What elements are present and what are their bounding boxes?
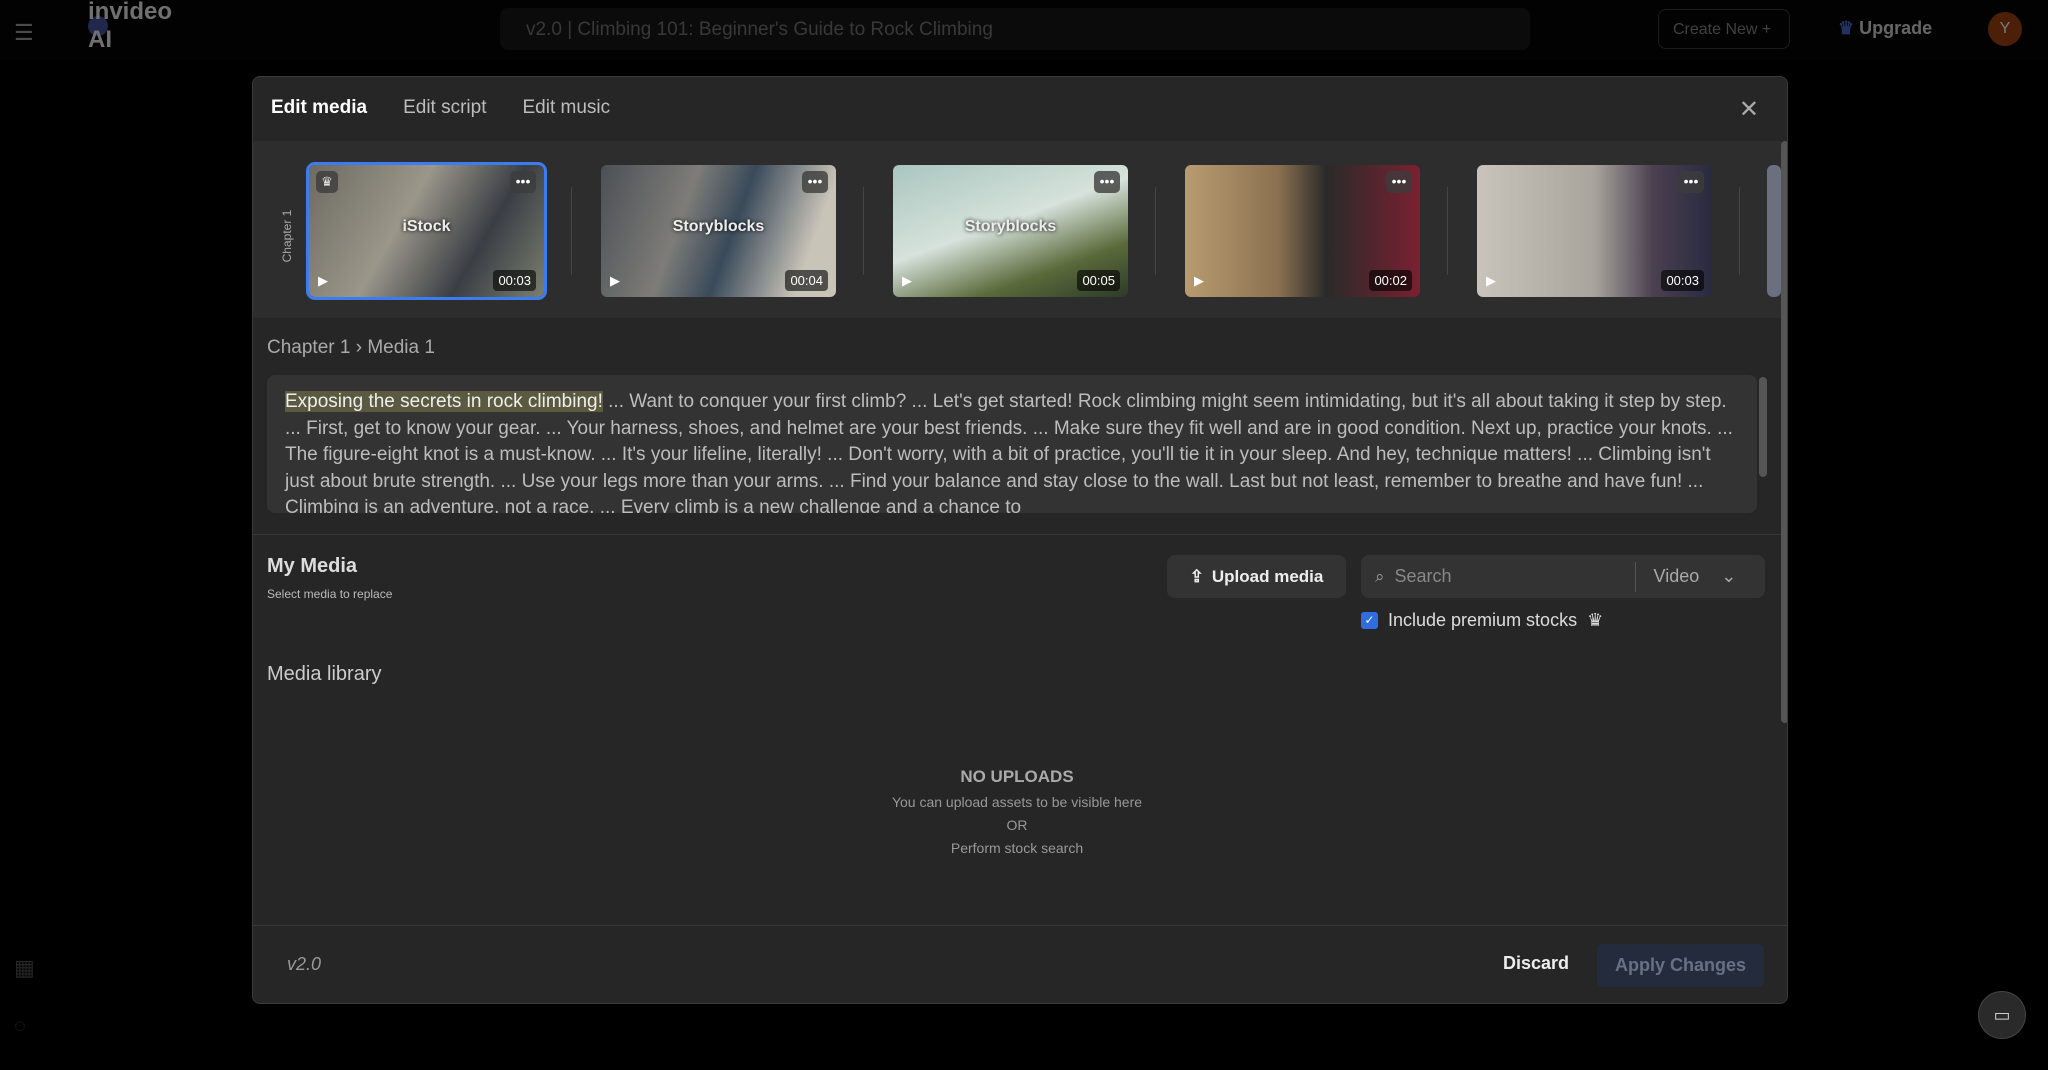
close-icon[interactable]: ✕: [1739, 95, 1759, 124]
premium-stocks-checkbox-row[interactable]: ✓ Include premium stocks ♛: [1361, 610, 1603, 631]
tab-edit-music[interactable]: Edit music: [523, 97, 611, 119]
grid-icon[interactable]: ▦: [14, 955, 35, 981]
more-options-icon[interactable]: •••: [1678, 171, 1704, 193]
create-new-button[interactable]: Create New +: [1658, 9, 1790, 49]
my-media-subtitle: Select media to replace: [267, 587, 393, 601]
crown-icon: ♛: [1838, 18, 1860, 38]
more-options-icon[interactable]: •••: [802, 171, 828, 193]
play-icon[interactable]: ▶: [318, 273, 328, 289]
upgrade-label: Upgrade: [1859, 18, 1933, 38]
tab-edit-script[interactable]: Edit script: [403, 97, 486, 119]
breadcrumb: Chapter 1 › Media 1: [267, 337, 435, 358]
duration: 00:03: [493, 270, 536, 291]
script-scrollbar[interactable]: [1759, 377, 1767, 477]
source-label: iStock: [402, 218, 451, 235]
media-thumbnail[interactable]: [1767, 165, 1781, 297]
duration: 00:03: [1661, 270, 1704, 291]
media-library-title: Media library: [267, 663, 382, 685]
cloud-upload-icon: ⇪: [1189, 566, 1204, 586]
apply-changes-button[interactable]: Apply Changes: [1597, 944, 1764, 987]
premium-checkbox[interactable]: ✓: [1361, 612, 1378, 629]
tab-edit-media[interactable]: Edit media: [271, 97, 367, 119]
project-title[interactable]: v2.0 | Climbing 101: Beginner's Guide to…: [500, 8, 1530, 50]
search-icon: ⌕: [1375, 566, 1385, 586]
version-label: v2.0: [287, 954, 322, 974]
media-strip: Chapter 1 ♛ ••• iStock ▶ 00:03 ••• Storybl…: [253, 141, 1781, 318]
app-name: invideo AI: [88, 0, 173, 53]
more-options-icon[interactable]: •••: [510, 171, 536, 193]
my-media-title: My Media: [267, 555, 358, 577]
empty-line: You can upload assets to be visible here: [891, 794, 1143, 810]
media-type-value: Video: [1653, 566, 1700, 586]
crown-icon: ♛: [316, 171, 338, 193]
chevron-down-icon: ⌄: [1721, 566, 1737, 586]
menu-icon[interactable]: ☰: [14, 20, 34, 46]
crown-icon: ♛: [1587, 610, 1604, 630]
empty-or: OR: [1006, 817, 1028, 833]
play-icon[interactable]: ▶: [1486, 273, 1496, 289]
top-bar: ☰ invideo AI v2.0 | Climbing 101: Beginn…: [0, 0, 2048, 1037]
empty-title: NO UPLOADS: [960, 767, 1074, 786]
help-icon[interactable]: ◌: [14, 1015, 26, 1038]
upload-label: Upload media: [1211, 566, 1324, 586]
media-thumbnail[interactable]: ••• Storyblocks ▶ 00:05: [893, 165, 1128, 297]
duration: 00:05: [1077, 270, 1120, 291]
duration: 00:04: [785, 270, 828, 291]
more-options-icon[interactable]: •••: [1094, 171, 1120, 193]
chat-icon[interactable]: ▭: [1978, 991, 2026, 1039]
play-icon[interactable]: ▶: [610, 273, 620, 289]
upgrade-button[interactable]: ♛ Upgrade: [1838, 18, 1932, 39]
source-label: Storyblocks: [964, 218, 1057, 235]
source-label: Storyblocks: [672, 218, 765, 235]
modal-scrollbar[interactable]: [1781, 141, 1787, 723]
logo[interactable]: invideo AI: [88, 0, 172, 53]
script-text[interactable]: Exposing the secrets in rock climbing! .…: [267, 375, 1757, 513]
highlighted-script-segment: Exposing the secrets in rock climbing!: [285, 391, 603, 412]
avatar[interactable]: Y: [1988, 12, 2022, 46]
more-options-icon[interactable]: •••: [1386, 171, 1412, 193]
edit-media-modal: Edit media Edit script Edit music ✕ Chap…: [252, 76, 1788, 1004]
play-icon[interactable]: ▶: [902, 273, 912, 289]
media-thumbnail[interactable]: ♛ ••• iStock ▶ 00:03: [306, 162, 547, 300]
search-input[interactable]: [1394, 566, 1635, 587]
discard-button[interactable]: Discard: [1503, 953, 1569, 974]
upload-media-button[interactable]: ⇪ Upload media: [1167, 555, 1346, 598]
premium-label: Include premium stocks: [1388, 610, 1578, 630]
media-thumbnail[interactable]: ••• ▶ 00:03: [1477, 165, 1712, 297]
search-bar: ⌕ Video ⌄: [1361, 555, 1765, 598]
chapter-label: Chapter 1: [280, 209, 294, 263]
empty-state: NO UPLOADS You can upload assets to be v…: [253, 767, 1781, 856]
media-type-select[interactable]: Video ⌄: [1636, 566, 1737, 587]
play-icon[interactable]: ▶: [1194, 273, 1204, 289]
duration: 00:02: [1369, 270, 1412, 291]
media-thumbnail[interactable]: ••• ▶ 00:02: [1185, 165, 1420, 297]
media-thumbnail[interactable]: ••• Storyblocks ▶ 00:04: [601, 165, 836, 297]
empty-line: Perform stock search: [950, 840, 1084, 856]
